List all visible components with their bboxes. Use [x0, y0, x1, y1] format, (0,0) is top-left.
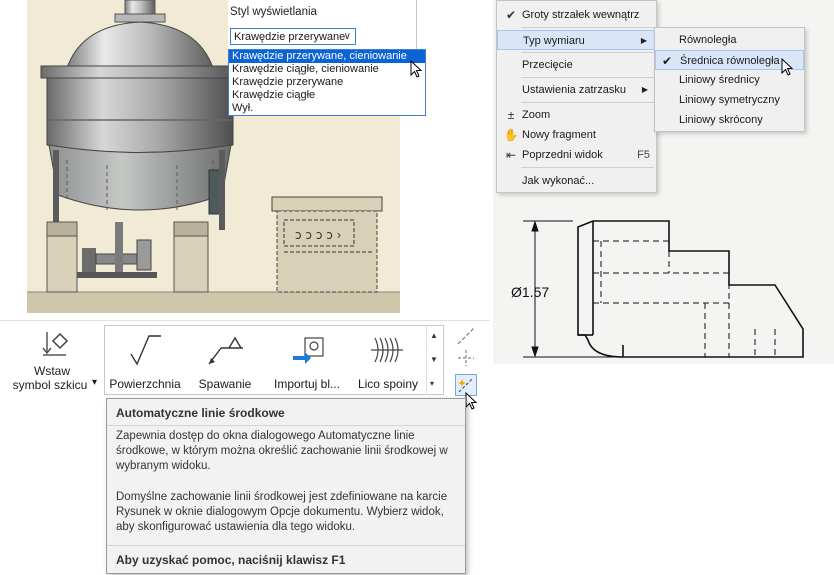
display-style-panel: Styl wyświetlania Krawędzie przerywane ∨: [228, 0, 417, 50]
tooltip-title: Automatyczne linie środkowe: [116, 406, 285, 420]
display-style-option[interactable]: Wył.: [229, 102, 425, 115]
dropdown-arrow-icon: ▾: [92, 377, 98, 388]
gallery-item-import-block[interactable]: Importuj bl...: [265, 326, 349, 396]
tooltip-description: Zapewnia dostęp do okna dialogowego Auto…: [116, 430, 448, 472]
submenu-item-linear-symmetric[interactable]: Liniowy symetryczny: [655, 90, 804, 110]
submenu-arrow-icon: ▶: [641, 85, 648, 94]
gallery-item-weld-bead[interactable]: Lico spoiny: [349, 326, 427, 396]
scroll-up-icon[interactable]: ▲: [430, 331, 438, 340]
svg-text:ↄ ↄ ↄ ↄ ›: ↄ ↄ ↄ ↄ ›: [295, 228, 341, 242]
menu-item-zoom[interactable]: ± Zoom: [497, 105, 656, 125]
menu-item-dimension-type[interactable]: Typ wymiaru ▶: [497, 30, 656, 50]
menu-item-how-to[interactable]: Jak wykonać...: [497, 171, 656, 191]
import-block-icon: [293, 337, 324, 364]
weld-bead-icon: [371, 337, 403, 363]
insert-sketch-symbol-label-line2: symbol szkicu: [12, 378, 88, 392]
submenu-item-linear-foreshortened[interactable]: Liniowy skrócony: [655, 110, 804, 130]
zoom-icon: ±: [507, 108, 515, 122]
menu-item-snap-settings[interactable]: Ustawienia zatrzasku ▶: [497, 80, 656, 100]
mouse-cursor-icon: [410, 60, 422, 78]
display-style-option[interactable]: Krawędzie ciągłe, cieniowanie: [229, 63, 425, 76]
mouse-cursor-icon: [781, 58, 793, 76]
sketch-symbol-icon: [42, 332, 69, 356]
welding-symbol-icon: [208, 336, 243, 365]
mouse-cursor-icon: [465, 392, 477, 410]
display-style-selected-value: Krawędzie przerywane: [234, 31, 346, 43]
dimension-label[interactable]: Ø1.57: [511, 284, 549, 300]
insert-sketch-symbol-label-line1: Wstaw: [34, 364, 70, 378]
surface-texture-icon: [130, 335, 161, 366]
center-mark-icon[interactable]: [456, 348, 476, 368]
gallery-item-welding[interactable]: Spawanie: [185, 326, 265, 396]
centerline-icon[interactable]: [456, 326, 476, 346]
menu-item-arrowheads-inside[interactable]: ✔ Groty strzałek wewnątrz: [497, 5, 656, 25]
check-icon: ✔: [505, 8, 517, 22]
display-style-option[interactable]: Krawędzie przerywane, cieniowanie: [229, 50, 425, 63]
tooltip-automatic-centerlines: Automatyczne linie środkowe Zapewnia dos…: [106, 398, 466, 574]
tooltip-help-hint: Aby uzyskać pomoc, naciśnij klawisz F1: [116, 553, 346, 567]
menu-item-intersection[interactable]: Przecięcie: [497, 55, 656, 75]
hand-icon: ✋: [503, 128, 519, 142]
part-drawing-view[interactable]: Ø1.57: [493, 195, 834, 364]
chevron-down-icon: ∨: [343, 31, 351, 42]
display-style-option[interactable]: Krawędzie ciągłe: [229, 89, 425, 102]
tooltip-details: Domyślne zachowanie linii środkowej jest…: [116, 491, 448, 533]
display-style-select[interactable]: Krawędzie przerywane ∨: [230, 28, 356, 45]
menu-item-new-fragment[interactable]: ✋ Nowy fragment: [497, 125, 656, 145]
context-menu: ✔ Groty strzałek wewnątrz Typ wymiaru ▶ …: [496, 0, 657, 193]
display-style-label: Styl wyświetlania: [230, 6, 317, 18]
shortcut-label: F5: [637, 149, 650, 161]
insert-sketch-symbol-button[interactable]: Wstaw symbol szkicu ▾: [4, 326, 100, 396]
submenu-arrow-icon: ▶: [640, 36, 647, 45]
previous-view-icon: ⇤: [505, 148, 517, 162]
submenu-item-parallel[interactable]: Równoległa: [655, 30, 804, 50]
check-icon: ✔: [662, 54, 673, 68]
gallery-scroll[interactable]: ▲ ▼ ▾: [426, 325, 444, 395]
annotation-symbol-gallery: Powierzchnia Spawanie Importuj bl... Lic…: [104, 325, 444, 395]
dimension-type-submenu: Równoległa ✔ Średnica równoległa Liniowy…: [654, 27, 805, 132]
display-style-option[interactable]: Krawędzie przerywane: [229, 76, 425, 89]
gallery-expand-icon[interactable]: ▾: [430, 379, 434, 388]
gallery-item-surface[interactable]: Powierzchnia: [105, 326, 185, 396]
display-style-options-list[interactable]: Krawędzie przerywane, cieniowanie Krawęd…: [228, 49, 426, 116]
menu-item-previous-view[interactable]: ⇤ Poprzedni widok F5: [497, 145, 656, 165]
scroll-down-icon[interactable]: ▼: [430, 355, 438, 364]
